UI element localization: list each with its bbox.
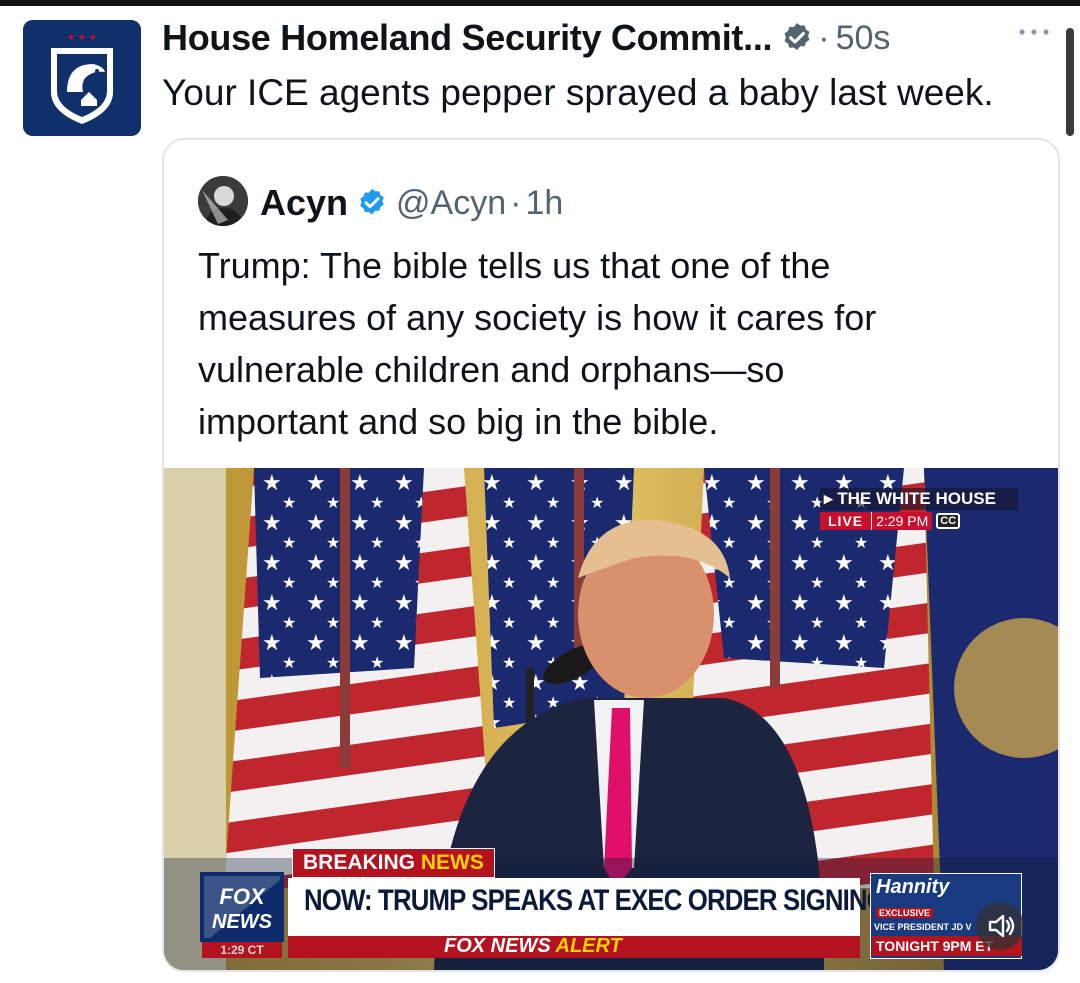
quoted-account-name[interactable]: Acyn — [260, 182, 348, 224]
quoted-tweet-timestamp[interactable]: 1h — [525, 184, 563, 223]
headline-text: NOW: TRUMP SPEAKS AT EXEC ORDER SIGNING — [304, 884, 887, 917]
live-time: 2:29 PM — [871, 512, 933, 530]
tweet-header: House Homeland Security Commit... · 50s — [162, 16, 890, 60]
svg-text:★ ★ ★: ★ ★ ★ — [67, 33, 97, 43]
breaking-text: BREAKING — [303, 851, 416, 874]
quoted-tweet-text: Trump: The bible tells us that one of th… — [198, 240, 1038, 448]
white-house-live-badge: ▸ THE WHITE HOUSE LIVE 2:29 PM CC — [820, 488, 1018, 530]
news-text: NEWS — [420, 851, 484, 874]
person-avatar-icon — [198, 176, 248, 226]
quoted-text-line: measures of any society is how it cares … — [198, 297, 877, 338]
live-indicator: LIVE 2:29 PM CC — [820, 512, 1018, 530]
quoted-tweet-card[interactable]: Acyn @Acyn · 1h Trump: The bible tells u… — [162, 138, 1060, 972]
white-house-label: ▸ THE WHITE HOUSE — [820, 488, 1018, 510]
quoted-account-handle[interactable]: @Acyn — [396, 184, 506, 223]
white-house-text: THE WHITE HOUSE — [837, 489, 996, 508]
svg-text:FOX: FOX — [219, 884, 266, 909]
fox-clock: 1:29 CT — [202, 942, 282, 958]
more-horizontal-icon[interactable] — [1014, 24, 1054, 40]
account-avatar[interactable]: ★ ★ ★ — [23, 20, 141, 136]
video-player[interactable]: ★ ★ — [164, 468, 1058, 970]
alert-suffix: ALERT — [555, 935, 622, 957]
scrollbar-thumb[interactable] — [1066, 28, 1074, 136]
exclusive-tag: EXCLUSIVE — [876, 908, 934, 918]
quoted-text-line: vulnerable children and orphans—so — [198, 349, 785, 390]
account-name[interactable]: House Homeland Security Commit... — [162, 17, 773, 59]
closed-captions-icon: CC — [936, 513, 961, 529]
status-bar-strip — [0, 0, 1080, 6]
speaker-icon — [988, 914, 1015, 938]
tweet-timestamp[interactable]: 50s — [836, 19, 891, 58]
mute-toggle-button[interactable] — [976, 902, 1024, 950]
live-label: LIVE — [820, 512, 872, 530]
quoted-text-line: Trump: The bible tells us that one of th… — [198, 245, 831, 286]
breaking-news-label: BREAKING NEWS — [292, 848, 495, 878]
alert-text: FOX NEWS ALERT — [444, 935, 622, 958]
hannity-logo: Hannity — [876, 876, 950, 898]
verified-badge-icon — [356, 187, 388, 219]
alert-prefix: FOX NEWS — [444, 935, 551, 957]
vice-president-line: VICE PRESIDENT JD V — [874, 922, 972, 932]
quoted-text-line: important and so big in the bible. — [198, 401, 719, 442]
homeland-security-logo-icon: ★ ★ ★ — [23, 20, 141, 136]
time-separator: · — [510, 183, 522, 222]
tweet-text: Your ICE agents pepper sprayed a baby la… — [162, 72, 994, 113]
quoted-tweet-header: Acyn @Acyn · 1h — [260, 178, 563, 228]
time-separator: · — [818, 18, 830, 57]
quoted-account-avatar[interactable] — [198, 176, 248, 226]
svg-text:NEWS: NEWS — [212, 911, 273, 933]
verified-badge-icon — [780, 21, 814, 55]
